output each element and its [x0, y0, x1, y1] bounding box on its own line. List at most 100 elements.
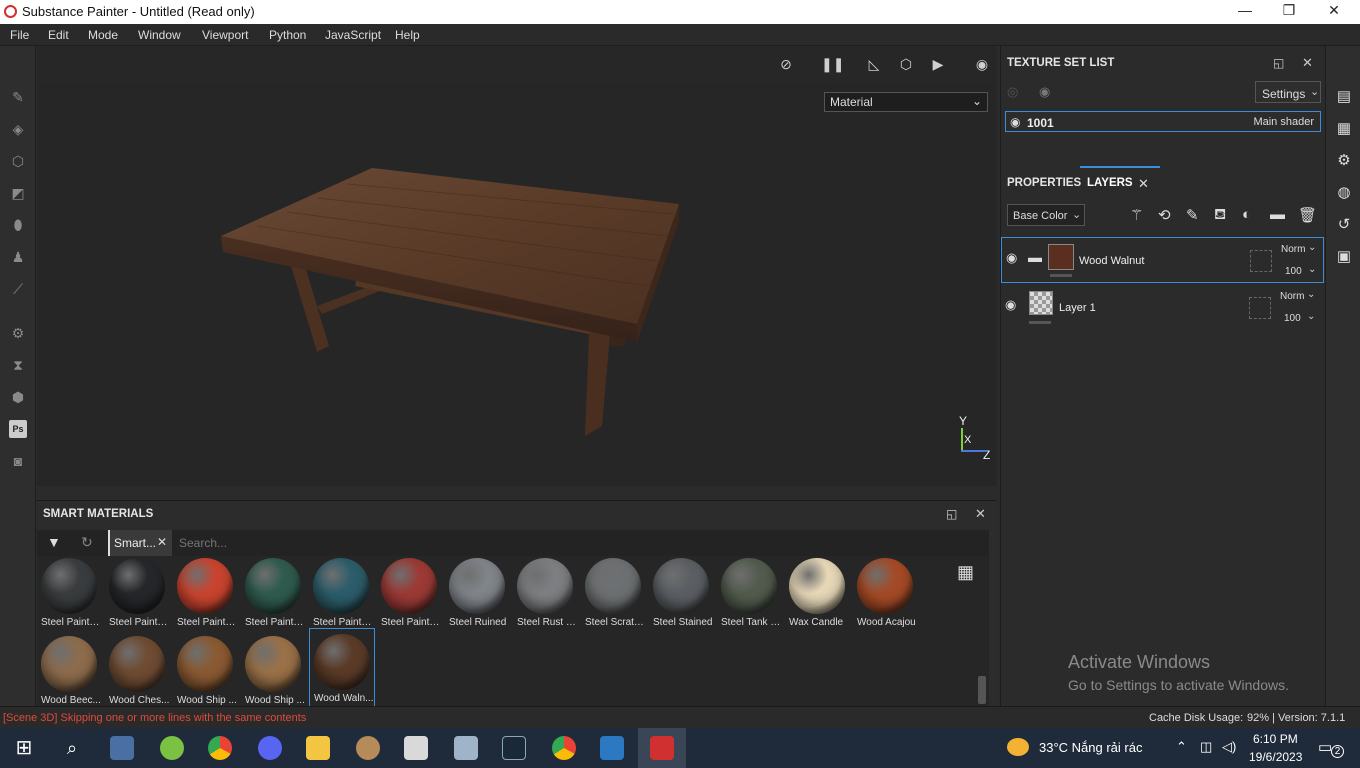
iray-icon[interactable]: ⧗ — [9, 356, 27, 374]
close-button[interactable]: ✕ — [1314, 2, 1354, 19]
history-icon[interactable]: ↺ — [1335, 216, 1353, 234]
log-icon[interactable]: ▣ — [1335, 248, 1353, 266]
search-input[interactable] — [179, 533, 959, 553]
chrome-profile-icon[interactable] — [552, 736, 576, 760]
menu-edit[interactable]: Edit — [48, 28, 69, 42]
camera-icon[interactable]: ▶ — [929, 56, 947, 72]
app-grid-icon[interactable] — [404, 736, 428, 760]
hide-ui-icon[interactable]: ⊘ — [777, 56, 795, 72]
material-item[interactable]: Steel Painte... — [241, 556, 307, 630]
weather-text[interactable]: 33°C Nắng rải rác — [1039, 740, 1142, 755]
menu-viewport[interactable]: Viewport — [202, 28, 248, 42]
tab-properties[interactable]: PROPERTIES — [1007, 177, 1081, 189]
viewer-settings-icon[interactable]: ◍ — [1335, 184, 1353, 202]
texture-set-settings-icon[interactable]: ▦ — [1335, 120, 1353, 138]
projection-icon[interactable]: ⬡ — [9, 152, 27, 170]
texture-set-row[interactable]: ◉ 1001 Main shader — [1005, 111, 1321, 132]
search-icon[interactable]: ⌕ — [60, 736, 84, 760]
blend-mode[interactable]: Norm — [1280, 291, 1304, 302]
eye-icon[interactable]: ◉ — [1005, 297, 1016, 313]
layer-opacity[interactable]: 100 — [1285, 266, 1302, 277]
material-item[interactable]: Steel Painte... — [173, 556, 239, 630]
layer-row-selected[interactable]: ◉ ▬ Wood Walnut Norm ⌄ 100 ⌄ — [1001, 237, 1324, 283]
material-mode-select[interactable]: Material ⌄ — [824, 92, 988, 112]
eraser-icon[interactable]: ◈ — [9, 120, 27, 138]
windows-start-icon[interactable]: ⊞ — [12, 736, 36, 760]
maximize-button[interactable]: ❐ — [1269, 2, 1309, 19]
menu-file[interactable]: File — [10, 28, 29, 42]
material-item[interactable]: Steel Rust S... — [513, 556, 579, 630]
scrollbar[interactable] — [978, 676, 986, 704]
volume-icon[interactable]: ◁) — [1222, 739, 1236, 755]
eye-icon[interactable]: ◉ — [1039, 84, 1050, 100]
layer-opacity[interactable]: 100 — [1284, 313, 1301, 324]
trash-icon[interactable]: 🗑 — [1298, 206, 1317, 224]
grid-view-icon[interactable]: ▦ — [957, 562, 974, 583]
material-item[interactable]: Wood Ches... — [105, 634, 171, 708]
clock-time[interactable]: 6:10 PM — [1253, 732, 1298, 746]
photos-icon[interactable] — [600, 736, 624, 760]
view-mode-icon[interactable]: ◺ — [865, 56, 883, 72]
filter-chip[interactable]: Smart... ✕ — [108, 530, 172, 556]
material-item-selected[interactable]: Wood Waln... — [309, 628, 375, 708]
fill-layer-icon[interactable]: ⛾ — [1214, 206, 1226, 225]
chrome-icon[interactable] — [208, 736, 232, 760]
menu-javascript[interactable]: JavaScript — [325, 28, 381, 42]
mask-icon[interactable]: ◐ — [1242, 206, 1251, 223]
meet-icon[interactable]: ◫ — [1200, 739, 1212, 755]
photoshop-icon[interactable]: Ps — [9, 420, 27, 438]
tab-layers[interactable]: LAYERS — [1087, 177, 1133, 189]
close-panel-icon[interactable]: ✕ — [975, 506, 986, 522]
close-panel-icon[interactable]: ✕ — [1302, 55, 1313, 71]
close-tab-icon[interactable]: ✕ — [1138, 176, 1149, 192]
export-icon[interactable]: ◙ — [9, 452, 27, 470]
undock-icon[interactable]: ◱ — [1273, 56, 1284, 70]
filter-icon[interactable]: ▼ — [47, 534, 61, 550]
discord-icon[interactable] — [258, 736, 282, 760]
material-item[interactable]: Steel Painte... — [309, 556, 375, 630]
color-picker-icon[interactable]: ⟋ — [9, 280, 27, 298]
material-item[interactable]: Steel Painte... — [37, 556, 103, 630]
material-item[interactable]: Wax Candle — [785, 556, 851, 630]
menu-window[interactable]: Window — [138, 28, 181, 42]
paint-icon[interactable] — [356, 736, 380, 760]
cube-view-icon[interactable]: ⬡ — [897, 56, 915, 72]
brush-layer-icon[interactable]: ✎ — [1186, 206, 1199, 224]
notification-icon[interactable]: ▭ — [1318, 738, 1332, 756]
material-item[interactable]: Wood Ship ... — [241, 634, 307, 708]
menu-help[interactable]: Help — [395, 28, 420, 42]
eye-icon[interactable]: ◉ — [1006, 250, 1017, 266]
material-item[interactable]: Steel Painte... — [377, 556, 443, 630]
settings-dropdown[interactable]: Settings ⌄ — [1255, 81, 1321, 103]
material-item[interactable]: Steel Painte... — [105, 556, 171, 630]
display-settings-icon[interactable]: ▤ — [1335, 88, 1353, 106]
bake-icon[interactable]: ⚙ — [9, 324, 27, 342]
menu-mode[interactable]: Mode — [88, 28, 118, 42]
substance-painter-icon[interactable] — [650, 736, 674, 760]
undock-icon[interactable]: ◱ — [946, 507, 957, 521]
polygon-fill-icon[interactable]: ◩ — [9, 184, 27, 202]
layer-row[interactable]: ◉ Layer 1 Norm ⌄ 100 ⌄ — [1001, 285, 1324, 331]
paint-brush-icon[interactable]: ✎ — [9, 88, 27, 106]
eye-icon[interactable]: ◉ — [1010, 115, 1020, 129]
smudge-icon[interactable]: ⬮ — [9, 216, 27, 234]
minimize-button[interactable]: — — [1225, 2, 1265, 18]
magic-wand-icon[interactable]: ⚚ — [1130, 206, 1143, 224]
refresh-icon[interactable]: ↻ — [81, 534, 93, 551]
shader-settings-icon[interactable]: ⚙ — [1335, 152, 1353, 170]
material-item[interactable]: Wood Ship ... — [173, 634, 239, 708]
menu-python[interactable]: Python — [269, 28, 306, 42]
pause-icon[interactable]: ❚❚ — [821, 56, 844, 72]
app-image-icon[interactable] — [454, 736, 478, 760]
blend-mode[interactable]: Norm — [1281, 244, 1305, 255]
material-item[interactable]: Steel Scratc... — [581, 556, 647, 630]
file-explorer-icon[interactable] — [306, 736, 330, 760]
material-item[interactable]: Wood Beec... — [37, 634, 103, 708]
viewport-3d[interactable] — [37, 46, 997, 486]
folder-icon[interactable]: ▬ — [1270, 206, 1285, 223]
clone-stamp-icon[interactable]: ♟ — [9, 248, 27, 266]
add-effect-icon[interactable]: ⟲ — [1158, 206, 1171, 224]
steam-icon[interactable] — [502, 736, 526, 760]
clear-filter-icon[interactable]: ✕ — [157, 535, 167, 549]
material-item[interactable]: Steel Ruined — [445, 556, 511, 630]
